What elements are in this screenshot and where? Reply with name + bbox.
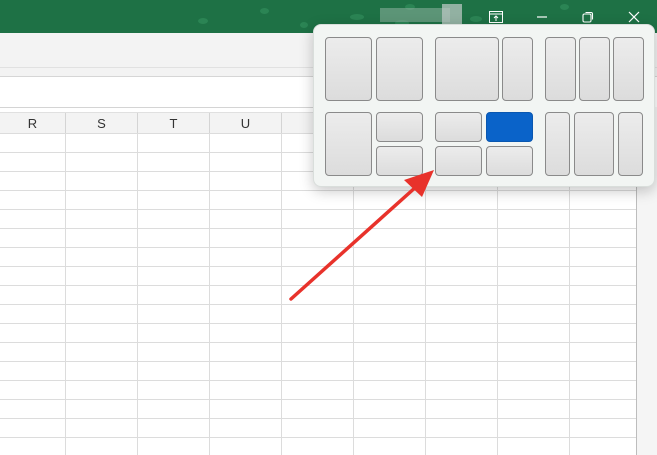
title-bar-decoration: [300, 22, 308, 28]
close-icon: [628, 11, 640, 23]
snap-zone-bottom-right[interactable]: [486, 146, 533, 176]
snap-zone-top-right-selected[interactable]: [486, 112, 533, 142]
title-bar-decoration: [350, 14, 364, 20]
snap-zone-top-right[interactable]: [376, 112, 423, 142]
column-header-u[interactable]: U: [210, 113, 282, 133]
title-bar-decoration: [260, 8, 269, 14]
snap-layout-icon: [489, 10, 503, 23]
snap-zone-bottom-left[interactable]: [435, 146, 482, 176]
snap-zone-right[interactable]: [613, 37, 644, 101]
snap-zone-right[interactable]: [618, 112, 643, 176]
redacted-region: [380, 8, 450, 22]
snap-zone-left[interactable]: [325, 112, 372, 176]
column-header-t[interactable]: T: [138, 113, 210, 133]
snap-zone-left[interactable]: [325, 37, 372, 101]
column-header-r[interactable]: R: [0, 113, 66, 133]
column-header-s[interactable]: S: [66, 113, 138, 133]
snap-zone-right[interactable]: [376, 37, 423, 101]
snap-zone-bottom-right[interactable]: [376, 146, 423, 176]
title-bar-decoration: [198, 18, 208, 24]
minimize-icon: [536, 11, 548, 23]
snap-zone-top-left[interactable]: [435, 112, 482, 142]
snap-zone-right-narrow[interactable]: [502, 37, 533, 101]
redacted-region: [442, 4, 462, 26]
snap-zone-left-wide[interactable]: [435, 37, 499, 101]
restore-icon: [582, 11, 594, 23]
snap-layouts-flyout: [313, 24, 655, 187]
snap-zone-center-wide[interactable]: [574, 112, 614, 176]
snap-zone-center[interactable]: [579, 37, 610, 101]
snap-zone-left[interactable]: [545, 112, 570, 176]
snap-zone-left[interactable]: [545, 37, 576, 101]
